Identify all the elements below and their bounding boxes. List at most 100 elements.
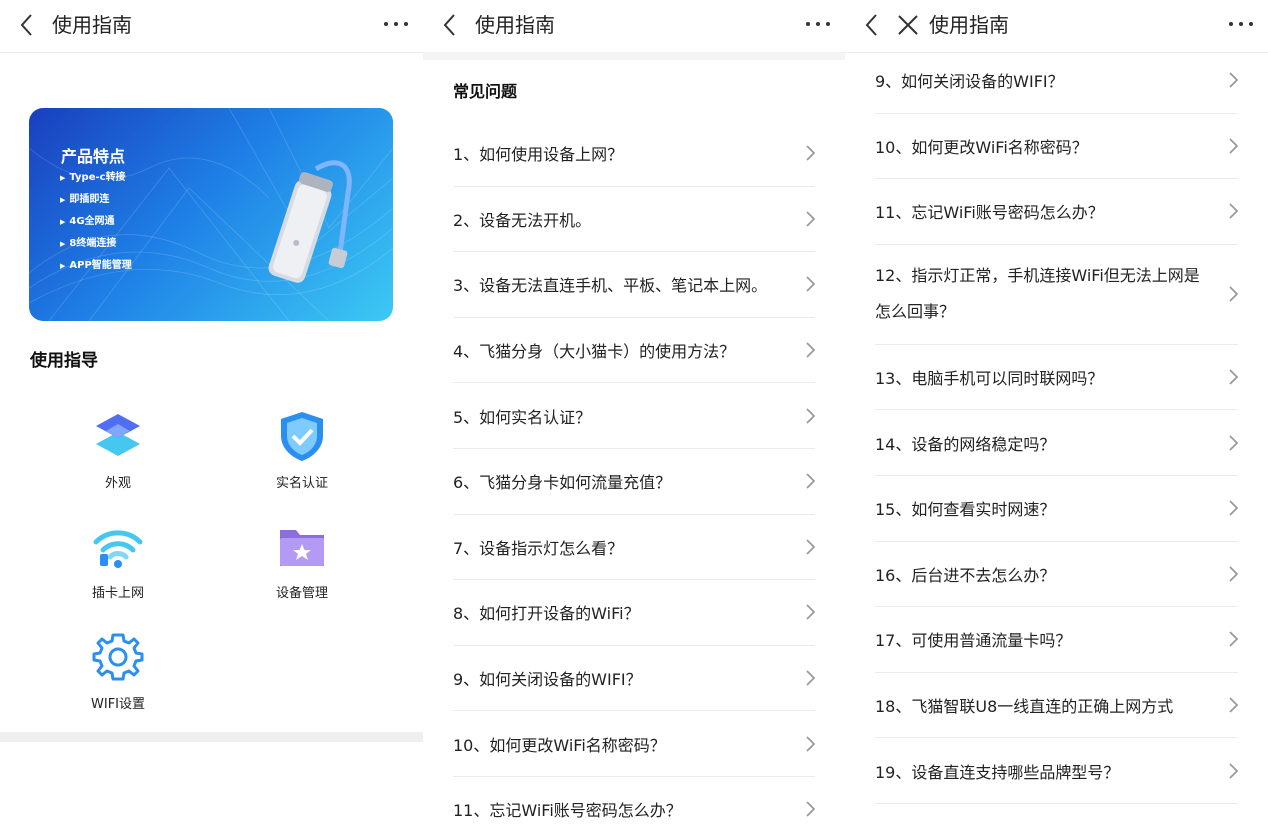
product-banner[interactable]: 产品特点 ▶ Type-c转接 ▶ 即插即连 ▶ 4G全网通 ▶ 8终端连接 ▶ APP智… [29, 108, 393, 321]
faq-item-label: 1、如何使用设备上网？ [453, 145, 624, 165]
guide-home-panel: 使用指南 产品特点 ▶ Type-c转接 ▶ 即插即连 ▶ 4G全网通 ▶ 8终端连接 … [0, 0, 423, 829]
guide-item-real-name[interactable]: 实名认证 [242, 410, 362, 491]
chevron-right-icon [806, 539, 815, 555]
chevron-right-icon [1229, 286, 1238, 302]
chevron-right-icon [806, 473, 815, 489]
chevron-right-icon [806, 736, 815, 752]
header-gap [423, 52, 845, 60]
faq-item-label: 12、指示灯正常，手机连接WiFi但无法上网是怎么回事？ [875, 266, 1200, 322]
more-icon[interactable] [1228, 12, 1254, 36]
feature-item: ▶ 即插即连 [60, 194, 110, 205]
chevron-right-icon [1229, 631, 1238, 648]
chevron-right-icon [1229, 763, 1238, 779]
guide-item-wifi-settings[interactable]: WIFI设置 [58, 631, 178, 712]
faq-item[interactable]: 18、飞猫智联U8一线直连的正确上网方式 [875, 673, 1238, 739]
faq-item[interactable]: 14、设备的网络稳定吗？ [875, 410, 1238, 476]
chevron-right-icon [806, 801, 815, 817]
chevron-right-icon [1229, 435, 1238, 451]
page-title: 使用指南 [929, 13, 1009, 37]
chevron-right-icon [1229, 72, 1238, 88]
faq-item-label: 10、如何更改WiFi名称密码？ [875, 137, 1088, 157]
gear-icon [92, 633, 144, 681]
faq-item[interactable]: 16、后台进不去怎么办？ [875, 542, 1238, 608]
chevron-right-icon [806, 276, 815, 293]
faq-item[interactable]: 11、忘记WiFi账号密码怎么办？ [875, 179, 1238, 245]
more-icon[interactable] [383, 12, 409, 36]
back-arrow-icon[interactable] [441, 11, 459, 39]
faq-item[interactable]: 13、电脑手机可以同时联网吗？ [875, 345, 1238, 411]
folder-star-icon [280, 530, 324, 566]
guide-item-device-manage[interactable]: 设备管理 [242, 520, 362, 601]
faq-item[interactable]: 1、如何使用设备上网？ [453, 121, 815, 187]
faq-item-label: 6、飞猫分身卡如何流量充值？ [453, 473, 672, 493]
faq-item-label: 9、如何关闭设备的WIFI？ [875, 72, 1064, 92]
faq-item[interactable]: 19、设备直连支持哪些品牌型号？ [875, 738, 1238, 804]
faq-item-label: 5、如何实名认证？ [453, 407, 592, 427]
faq-section-title: 常见问题 [453, 82, 518, 101]
chevron-right-icon [806, 145, 815, 161]
faq-item[interactable]: 7、设备指示灯怎么看？ [453, 515, 815, 581]
section-divider [0, 732, 423, 742]
faq-item[interactable]: 11、忘记WiFi账号密码怎么办？ [453, 777, 815, 829]
faq-item[interactable]: 5、如何实名认证？ [453, 383, 815, 449]
back-arrow-icon[interactable] [863, 11, 881, 39]
chevron-right-icon [806, 408, 815, 424]
faq-item[interactable]: 6、飞猫分身卡如何流量充值？ [453, 449, 815, 515]
faq-item-label: 15、如何查看实时网速？ [875, 500, 1056, 520]
faq-item[interactable]: 10、如何更改WiFi名称密码？ [875, 114, 1238, 180]
faq-item[interactable]: 10、如何更改WiFi名称密码？ [453, 711, 815, 777]
faq-item-label: 10、如何更改WiFi名称密码？ [453, 735, 666, 755]
faq-item-label: 3、设备无法直连手机、平板、笔记本上网。 [453, 276, 768, 296]
faq-item[interactable]: 15、如何查看实时网速？ [875, 476, 1238, 542]
close-icon[interactable] [895, 11, 921, 39]
top-bar: 使用指南 [423, 0, 845, 53]
chevron-right-icon [806, 670, 815, 686]
page-title: 使用指南 [475, 13, 555, 37]
feature-item: ▶ 8终端连接 [60, 238, 117, 249]
back-arrow-icon[interactable] [18, 11, 36, 39]
chevron-right-icon [1229, 697, 1238, 713]
faq-panel-bottom: 使用指南 9、如何关闭设备的WIFI？ 10、如何更改WiFi名称密码？ 11、忘记… [845, 0, 1268, 829]
faq-item[interactable]: 17、可使用普通流量卡吗？ [875, 607, 1238, 673]
faq-item-label: 2、设备无法开机。 [453, 210, 592, 230]
faq-item[interactable]: 9、如何关闭设备的WIFI？ [875, 48, 1238, 114]
faq-item-label: 17、可使用普通流量卡吗？ [875, 631, 1072, 651]
faq-item-label: 13、电脑手机可以同时联网吗？ [875, 369, 1104, 389]
faq-list: 1、如何使用设备上网？ 2、设备无法开机。 3、设备无法直连手机、平板、笔记本上网。… [453, 121, 815, 829]
faq-item[interactable]: 12、指示灯正常，手机连接WiFi但无法上网是怎么回事？ [875, 245, 1238, 345]
feature-item: ▶ Type-c转接 [60, 172, 126, 183]
chevron-right-icon [1229, 500, 1238, 516]
layers-icon [96, 414, 140, 456]
shield-check-icon [281, 412, 323, 461]
banner-title: 产品特点 [61, 147, 126, 166]
faq-item-label: 8、如何打开设备的WiFi？ [453, 604, 640, 624]
chevron-right-icon [1229, 203, 1238, 220]
page-title: 使用指南 [52, 13, 132, 37]
faq-item[interactable]: 3、设备无法直连手机、平板、笔记本上网。 [453, 252, 815, 318]
guide-item-sim-internet[interactable]: 插卡上网 [58, 520, 178, 601]
faq-item-label: 9、如何关闭设备的WIFI？ [453, 670, 642, 690]
more-icon[interactable] [805, 12, 831, 36]
feature-item: ▶ APP智能管理 [60, 260, 132, 271]
faq-item-label: 11、忘记WiFi账号密码怎么办？ [875, 203, 1104, 223]
faq-item[interactable]: 8、如何打开设备的WiFi？ [453, 580, 815, 646]
guide-item-appearance[interactable]: 外观 [58, 410, 178, 491]
top-bar: 使用指南 [845, 0, 1268, 53]
top-bar: 使用指南 [0, 0, 423, 53]
feature-item: ▶ 4G全网通 [60, 216, 115, 227]
faq-item[interactable]: 9、如何关闭设备的WIFI？ [453, 646, 815, 712]
faq-item-label: 14、设备的网络稳定吗？ [875, 434, 1056, 454]
faq-item[interactable]: 2、设备无法开机。 [453, 187, 815, 253]
usb-dongle-image [268, 160, 352, 283]
guide-section-title: 使用指导 [30, 351, 98, 371]
faq-item-label: 16、后台进不去怎么办？ [875, 565, 1056, 585]
faq-item-label: 18、飞猫智联U8一线直连的正确上网方式 [875, 697, 1174, 717]
faq-item[interactable]: 4、飞猫分身（大小猫卡）的使用方法？ [453, 318, 815, 384]
faq-item-label: 7、设备指示灯怎么看？ [453, 538, 624, 558]
faq-list: 9、如何关闭设备的WIFI？ 10、如何更改WiFi名称密码？ 11、忘记WiFi账… [875, 48, 1238, 804]
faq-panel-top: 使用指南 常见问题 1、如何使用设备上网？ 2、设备无法开机。 3、设备无法直连手机… [423, 0, 845, 829]
chevron-right-icon [806, 211, 815, 227]
chevron-right-icon [806, 342, 815, 358]
wifi-icon [93, 530, 143, 568]
chevron-right-icon [1229, 566, 1238, 582]
